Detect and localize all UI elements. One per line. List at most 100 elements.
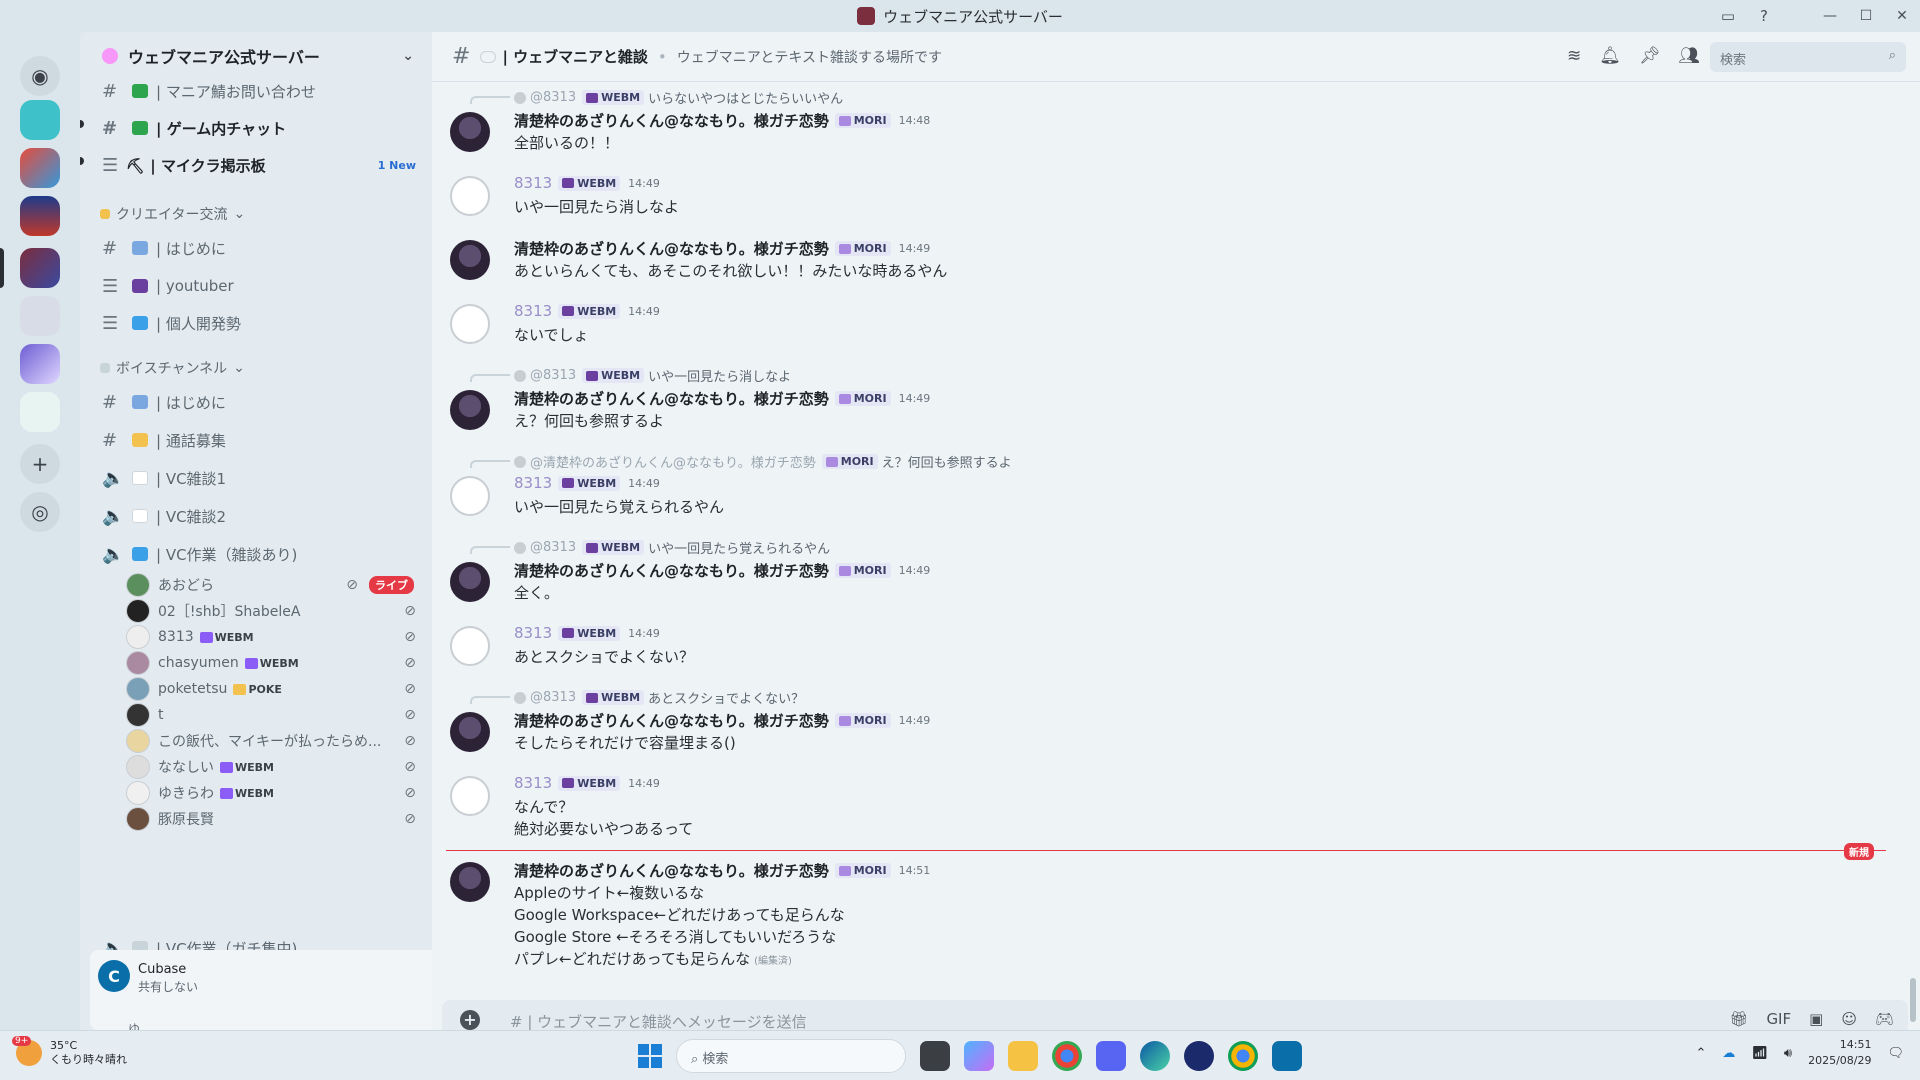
- discover-icon[interactable]: ◎: [20, 492, 60, 532]
- avatar[interactable]: [450, 476, 490, 516]
- voice-channel-item[interactable]: 🔈 | VC作業（雑談あり): [88, 537, 424, 571]
- sticker-icon[interactable]: ▣: [1809, 1010, 1823, 1028]
- author-name[interactable]: 清楚枠のあざりんくん@ななもり。様ガチ恋勢: [514, 388, 829, 409]
- edge-icon[interactable]: [1140, 1041, 1170, 1071]
- close-button[interactable]: ✕: [1884, 0, 1920, 32]
- avatar[interactable]: [450, 176, 490, 216]
- role-tag[interactable]: WEBM: [558, 175, 621, 191]
- maximize-button[interactable]: ☐: [1848, 0, 1884, 32]
- avatar[interactable]: [450, 112, 490, 152]
- author-name[interactable]: 8313: [514, 174, 552, 192]
- reply-preview[interactable]: @清楚枠のあざりんくん@ななもり。様ガチ恋勢 MORI え？何回も参照するよ: [514, 452, 1012, 471]
- cubase-taskbar-icon[interactable]: [1272, 1041, 1302, 1071]
- author-name[interactable]: 8313: [514, 474, 552, 492]
- minimize-button[interactable]: —: [1812, 0, 1848, 32]
- avatar[interactable]: [450, 776, 490, 816]
- task-view-icon[interactable]: [920, 1041, 950, 1071]
- avatar[interactable]: [450, 562, 490, 602]
- author-name[interactable]: 清楚枠のあざりんくん@ななもり。様ガチ恋勢: [514, 110, 829, 131]
- bell-icon[interactable]: 🔔︎: [1599, 46, 1621, 66]
- add-server-icon[interactable]: +: [20, 444, 60, 484]
- file-explorer-icon[interactable]: [1008, 1041, 1038, 1071]
- role-tag[interactable]: WEBM: [558, 625, 621, 641]
- role-tag[interactable]: MORI: [834, 713, 891, 728]
- pin-icon[interactable]: 📌︎: [1639, 46, 1661, 66]
- channel-item[interactable]: ☰ | youtuber: [88, 269, 424, 303]
- category-header[interactable]: ボイスチャンネル ⌄: [100, 358, 245, 378]
- app-icon[interactable]: [1184, 1041, 1214, 1071]
- role-tag[interactable]: WEBM: [558, 303, 621, 319]
- timestamp[interactable]: 14:51: [899, 864, 931, 877]
- wifi-icon[interactable]: 📶︎: [1751, 1046, 1768, 1061]
- author-name[interactable]: 8313: [514, 624, 552, 642]
- timestamp[interactable]: 14:49: [628, 777, 660, 790]
- timestamp[interactable]: 14:49: [899, 564, 931, 577]
- voice-channel-item[interactable]: 🔈 | VC雑談1: [88, 461, 424, 495]
- author-name[interactable]: 清楚枠のあざりんくん@ななもり。様ガチ恋勢: [514, 238, 829, 259]
- role-tag[interactable]: MORI: [834, 863, 891, 878]
- chevron-up-icon[interactable]: ⌃: [1695, 1046, 1706, 1061]
- avatar[interactable]: [450, 240, 490, 280]
- role-tag[interactable]: WEBM: [558, 775, 621, 791]
- server-icon-3[interactable]: [20, 196, 60, 236]
- channel-item[interactable]: # | はじめに: [88, 385, 424, 419]
- clock[interactable]: 14:51 2025/08/29: [1808, 1037, 1871, 1069]
- timestamp[interactable]: 14:49: [628, 477, 660, 490]
- notifications-icon[interactable]: 🗨︎: [1887, 1046, 1904, 1061]
- channel-item[interactable]: # | マニア鯖お問い合わせ: [88, 74, 424, 108]
- start-icon[interactable]: [638, 1044, 662, 1068]
- server-icon-active[interactable]: [20, 248, 60, 288]
- gift-icon[interactable]: 🎁︎: [1729, 1010, 1748, 1028]
- chrome-profile-icon[interactable]: [1228, 1041, 1258, 1071]
- emoji-icon[interactable]: ☺: [1841, 1010, 1857, 1028]
- role-tag[interactable]: MORI: [834, 113, 891, 128]
- channel-item[interactable]: # | 通話募集: [88, 423, 424, 457]
- role-tag[interactable]: MORI: [834, 241, 891, 256]
- members-icon[interactable]: 👥︎: [1678, 46, 1700, 66]
- author-name[interactable]: 清楚枠のあざりんくん@ななもり。様ガチ恋勢: [514, 860, 829, 881]
- channel-item[interactable]: # | ゲーム内チャット: [88, 111, 424, 145]
- author-name[interactable]: 8313: [514, 774, 552, 792]
- channel-item[interactable]: ☰ ⛏ | マイクラ掲示板 1 New: [88, 148, 424, 182]
- threads-icon[interactable]: ≋: [1567, 46, 1581, 66]
- search-input[interactable]: 検索 ⌕: [1710, 42, 1906, 72]
- channel-item[interactable]: ☰ | 個人開発勢: [88, 306, 424, 340]
- inbox-icon[interactable]: ▭: [1710, 0, 1746, 32]
- voice-channel-item[interactable]: 🔈 | VC雑談2: [88, 499, 424, 533]
- server-icon-2[interactable]: [20, 148, 60, 188]
- weather-widget[interactable]: 9+ 35°C くもり時々晴れ: [12, 1036, 127, 1067]
- voice-user[interactable]: 豚原長賢 ⊘: [126, 804, 424, 834]
- author-name[interactable]: 清楚枠のあざりんくん@ななもり。様ガチ恋勢: [514, 560, 829, 581]
- category-header[interactable]: クリエイター交流 ⌄: [100, 204, 245, 224]
- discord-icon[interactable]: [1096, 1041, 1126, 1071]
- apps-icon[interactable]: 🎮︎: [1875, 1010, 1894, 1028]
- scrollbar[interactable]: [1910, 978, 1916, 1022]
- chrome-icon[interactable]: [1052, 1041, 1082, 1071]
- timestamp[interactable]: 14:49: [899, 242, 931, 255]
- reply-preview[interactable]: @8313 WEBM あとスクショでよくない？: [514, 688, 804, 707]
- server-icon-6[interactable]: [20, 344, 60, 384]
- help-icon[interactable]: ?: [1746, 0, 1782, 32]
- author-name[interactable]: 清楚枠のあざりんくん@ななもり。様ガチ恋勢: [514, 710, 829, 731]
- reply-preview[interactable]: @8313 WEBM いらないやつはとじたらいいやん: [514, 88, 843, 107]
- avatar[interactable]: [450, 304, 490, 344]
- reply-preview[interactable]: @8313 WEBM いや一回見たら覚えられるやん: [514, 538, 830, 557]
- add-attachment-icon[interactable]: +: [460, 1010, 480, 1030]
- server-icon-1[interactable]: [20, 100, 60, 140]
- taskbar-search[interactable]: ⌕ 検索: [676, 1039, 906, 1073]
- channel-topic[interactable]: ウェブマニアとテキスト雑談する場所です: [677, 47, 942, 67]
- volume-icon[interactable]: 🔊︎: [1784, 1046, 1792, 1061]
- server-icon-7[interactable]: [20, 392, 60, 432]
- avatar[interactable]: [450, 712, 490, 752]
- gif-icon[interactable]: GIF: [1766, 1010, 1791, 1028]
- reply-preview[interactable]: @8313 WEBM いや一回見たら消しなよ: [514, 366, 791, 385]
- author-name[interactable]: 8313: [514, 302, 552, 320]
- discord-home-icon[interactable]: ◉: [20, 56, 60, 96]
- timestamp[interactable]: 14:48: [899, 114, 931, 127]
- role-tag[interactable]: MORI: [834, 563, 891, 578]
- avatar[interactable]: [450, 390, 490, 430]
- timestamp[interactable]: 14:49: [628, 177, 660, 190]
- avatar[interactable]: [450, 862, 490, 902]
- timestamp[interactable]: 14:49: [899, 392, 931, 405]
- onedrive-icon[interactable]: ☁: [1722, 1046, 1735, 1061]
